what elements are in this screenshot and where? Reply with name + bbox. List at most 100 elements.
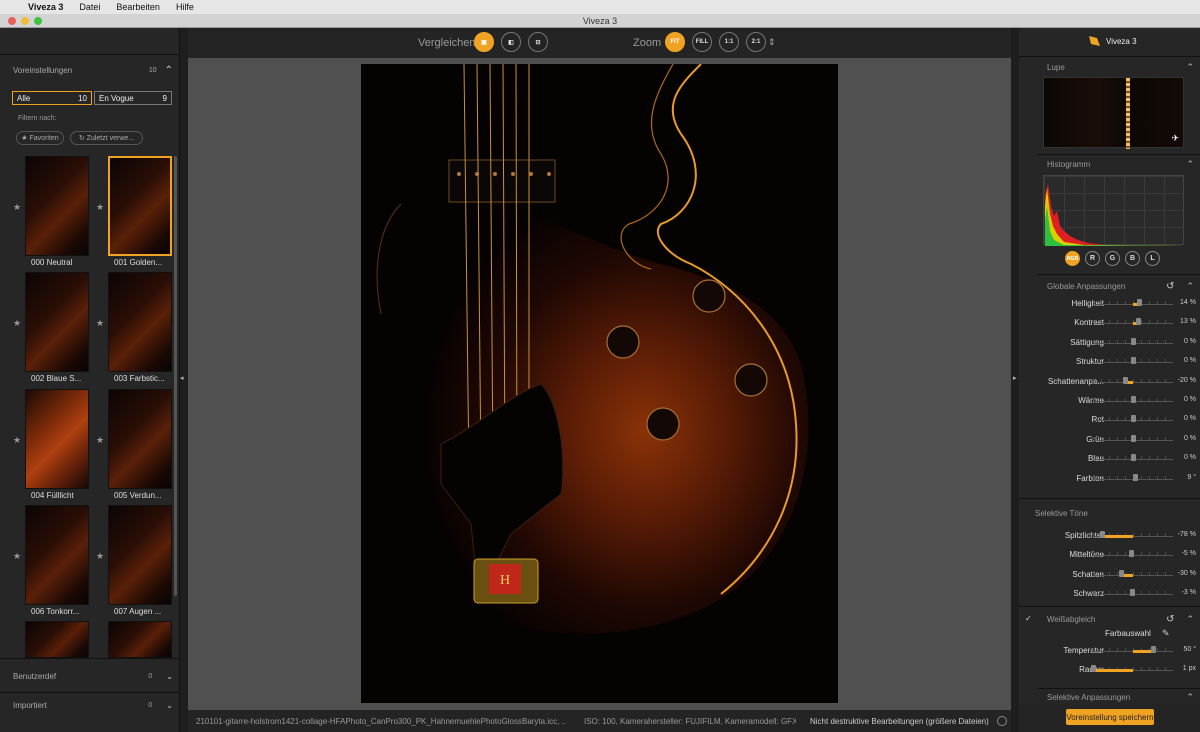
preset-thumbnail[interactable] xyxy=(108,272,172,372)
slider-handle[interactable] xyxy=(1136,318,1142,326)
presets-header[interactable]: Voreinstellungen 10 ⌃ xyxy=(13,62,173,78)
preset-thumbnail[interactable] xyxy=(25,156,89,256)
slider-value: 0 % xyxy=(1183,454,1196,462)
slider-handle[interactable] xyxy=(1151,646,1156,653)
slider-handle[interactable] xyxy=(1129,589,1135,597)
save-preset-button[interactable]: Voreinstellung speichern xyxy=(1066,709,1154,725)
loupe-view[interactable]: ✈ xyxy=(1043,77,1184,149)
eyedropper-icon[interactable]: ✎ xyxy=(1162,628,1170,639)
selective-tones-header[interactable]: Selektive Töne xyxy=(1035,505,1194,521)
slider-handle[interactable] xyxy=(1131,434,1136,442)
slider-handle[interactable] xyxy=(1123,376,1128,384)
preset-thumbnail[interactable] xyxy=(25,272,89,372)
menu-app-name[interactable]: Viveza 3 xyxy=(28,2,63,12)
slider-handle[interactable] xyxy=(1131,415,1136,423)
compare-side-by-side-icon[interactable]: ⊟ xyxy=(528,32,548,52)
slider-handle[interactable] xyxy=(1119,569,1124,577)
preset-thumbnail[interactable] xyxy=(25,505,89,605)
close-window-icon[interactable] xyxy=(8,17,16,25)
channel-rgb-button[interactable]: RGB xyxy=(1065,251,1080,266)
slider-handle[interactable] xyxy=(1129,550,1134,558)
slider-handle[interactable] xyxy=(1131,396,1136,403)
preset-thumbnail[interactable] xyxy=(108,621,172,658)
global-adjust-title: Globale Anpassungen xyxy=(1047,281,1126,291)
collapse-left-icon[interactable]: ◂ xyxy=(180,374,184,382)
preset-thumbnail-label: 002 Blaue S... xyxy=(31,374,82,383)
loupe-header[interactable]: Lupe ⌃ xyxy=(1047,59,1194,75)
favorite-star-icon[interactable]: ★ xyxy=(96,202,104,213)
selective-adjust-header[interactable]: Selektive Anpassungen ⌃ xyxy=(1047,689,1194,705)
slider-track[interactable] xyxy=(1093,574,1173,576)
zoom-fit-button[interactable]: FIT xyxy=(665,32,685,52)
slider-track[interactable] xyxy=(1093,381,1173,383)
reset-icon[interactable]: ↺ xyxy=(1166,614,1174,625)
slider-handle[interactable] xyxy=(1131,454,1136,462)
favorite-star-icon[interactable]: ★ xyxy=(96,318,104,329)
slider-handle[interactable] xyxy=(1132,473,1138,481)
zoom-1-1-button[interactable]: 1:1 xyxy=(719,32,739,52)
favorite-star-icon[interactable]: ★ xyxy=(13,435,21,446)
thumbnail-scrollbar[interactable] xyxy=(174,156,177,596)
slider-value: 13 % xyxy=(1180,318,1196,326)
favorite-star-icon[interactable]: ★ xyxy=(13,318,21,329)
favorite-star-icon[interactable]: ★ xyxy=(13,202,21,213)
guitar-photo[interactable]: H xyxy=(361,64,838,703)
chevron-down-icon[interactable]: ⌄ xyxy=(166,701,173,710)
slider-handle[interactable] xyxy=(1091,665,1096,673)
compare-single-view-icon[interactable]: ▣ xyxy=(474,32,494,52)
histogram-header[interactable]: Histogramm ⌃ xyxy=(1047,156,1194,172)
reset-icon[interactable]: ↺ xyxy=(1166,281,1174,292)
chevron-up-icon[interactable]: ⌃ xyxy=(1186,281,1194,292)
favorite-star-icon[interactable]: ★ xyxy=(96,551,104,562)
channel-g-button[interactable]: G xyxy=(1105,251,1120,266)
slider-handle[interactable] xyxy=(1136,299,1142,306)
imported-count: 0 xyxy=(148,701,153,709)
favorite-star-icon[interactable]: ★ xyxy=(13,551,21,562)
channel-r-button[interactable]: R xyxy=(1085,251,1100,266)
chevron-up-icon[interactable]: ⌃ xyxy=(1186,62,1194,73)
recent-chip[interactable]: ↻ Zuletzt verwe... xyxy=(70,131,143,145)
chevron-down-icon[interactable]: ⌄ xyxy=(166,672,173,681)
canvas-toolbar: Vergleichen ▣ ◧ ⊟ Zoom FIT FILL 1:1 2:1 … xyxy=(188,28,1011,58)
chevron-up-icon[interactable]: ⌃ xyxy=(1186,159,1194,170)
slider-row: Schatten -30 % xyxy=(1019,565,1200,584)
chevron-up-icon[interactable]: ⌃ xyxy=(1186,692,1194,703)
slider-handle[interactable] xyxy=(1099,531,1105,538)
status-filename: 210101-gitarre-holstrom1421-collage-HFAP… xyxy=(196,716,566,726)
user-defined-header[interactable]: Benutzerdef 0 ⌄ xyxy=(13,668,173,684)
zoom-window-icon[interactable] xyxy=(34,17,42,25)
slider-handle[interactable] xyxy=(1131,337,1136,345)
white-balance-header[interactable]: Weißabgleich ↺ ⌃ xyxy=(1047,611,1194,627)
pin-icon[interactable]: ✈ xyxy=(1171,133,1179,144)
minimize-window-icon[interactable] xyxy=(21,17,29,25)
preset-thumbnail[interactable] xyxy=(108,156,172,256)
favorites-chip[interactable]: ★ Favoriten xyxy=(16,131,64,145)
preset-thumbnail[interactable] xyxy=(108,389,172,489)
preset-thumbnail[interactable] xyxy=(25,621,89,658)
favorite-star-icon[interactable]: ★ xyxy=(96,435,104,446)
filter-envogue-button[interactable]: En Vogue 9 xyxy=(94,91,172,105)
zoom-2-1-button[interactable]: 2:1 xyxy=(746,32,766,52)
channel-l-button[interactable]: L xyxy=(1145,251,1160,266)
preset-thumbnail[interactable] xyxy=(25,389,89,489)
collapse-right-icon[interactable]: ▸ xyxy=(1013,374,1017,382)
filter-all-button[interactable]: Alle 10 xyxy=(12,91,92,105)
brand-header: Viveza 3 xyxy=(1087,34,1137,48)
preset-thumbnail[interactable] xyxy=(108,505,172,605)
zoom-stepper-icon[interactable]: ⇕ xyxy=(768,37,776,48)
menu-datei[interactable]: Datei xyxy=(79,2,100,12)
channel-b-button[interactable]: B xyxy=(1125,251,1140,266)
menu-hilfe[interactable]: Hilfe xyxy=(176,2,194,12)
zoom-fill-button[interactable]: FILL xyxy=(692,32,712,52)
compare-split-view-icon[interactable]: ◧ xyxy=(501,32,521,52)
chevron-up-icon[interactable]: ⌃ xyxy=(1186,614,1194,625)
menu-bearbeiten[interactable]: Bearbeiten xyxy=(116,2,160,12)
nondestructive-toggle[interactable] xyxy=(996,716,1007,726)
white-balance-checkbox[interactable]: ✓ xyxy=(1025,614,1034,623)
chevron-up-icon[interactable]: ⌃ xyxy=(165,65,173,76)
slider-handle[interactable] xyxy=(1131,357,1136,365)
svg-text:H: H xyxy=(500,573,510,588)
global-adjust-header[interactable]: Globale Anpassungen ↺ ⌃ xyxy=(1047,278,1194,294)
image-canvas-area: Vergleichen ▣ ◧ ⊟ Zoom FIT FILL 1:1 2:1 … xyxy=(188,28,1011,732)
imported-header[interactable]: Importiert 0 ⌄ xyxy=(13,697,173,713)
